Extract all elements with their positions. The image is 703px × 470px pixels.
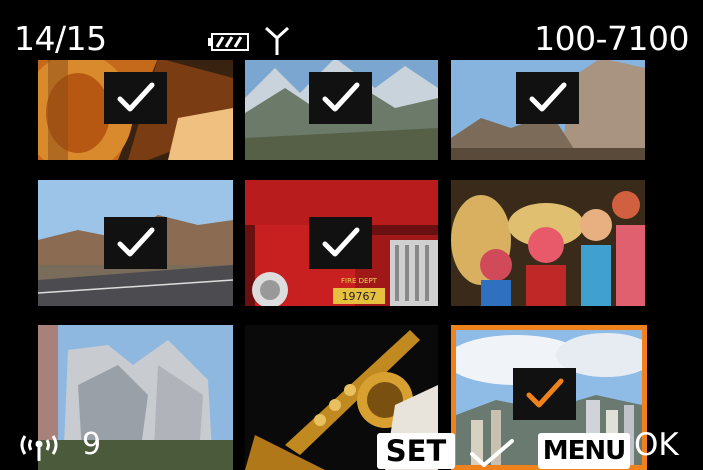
wifi-icon: [20, 435, 58, 461]
check-icon: [322, 227, 359, 257]
battery-full-icon: [208, 33, 249, 51]
image-counter: 14/15: [14, 19, 107, 58]
check-mark-box: [104, 217, 167, 269]
thumbnail-puppets[interactable]: [451, 180, 645, 306]
check-mark-box: [516, 72, 579, 124]
check-icon: [529, 82, 566, 112]
check-icon: [117, 227, 154, 257]
check-icon: [470, 439, 514, 467]
thumbnail-desert-rocks[interactable]: [451, 58, 645, 160]
check-mark-box: [309, 217, 372, 269]
check-mark-box: [104, 72, 167, 124]
menu-button[interactable]: MENU: [538, 433, 630, 469]
camera-screen: 19767 FIRE DEPT 14/15 100-7100 9 SET MEN…: [0, 0, 703, 470]
thumbnail-guitar[interactable]: [38, 58, 233, 160]
top-status-bar: 14/15 100-7100: [0, 10, 703, 60]
ok-label: OK: [634, 427, 679, 463]
thumbnail-fire-truck[interactable]: 19767 FIRE DEPT: [245, 180, 438, 306]
bottom-bar: 9 SET MENU OK: [0, 418, 703, 470]
selected-count: 9: [82, 427, 102, 462]
truck-sign-text: FIRE DEPT: [341, 277, 378, 285]
puppets-photo: [451, 180, 645, 306]
antenna-icon: [264, 26, 290, 55]
check-mark-box: [309, 72, 372, 124]
thumbnail-grid: 19767 FIRE DEPT: [0, 0, 703, 470]
folder-file-number: 100-7100: [534, 19, 689, 58]
thumbnail-desert-road[interactable]: [38, 180, 233, 306]
check-icon: [117, 82, 154, 112]
plate-text: 19767: [342, 290, 377, 303]
thumbnail-mountains[interactable]: [245, 58, 438, 160]
check-icon: [322, 82, 359, 112]
set-button[interactable]: SET: [377, 433, 455, 469]
